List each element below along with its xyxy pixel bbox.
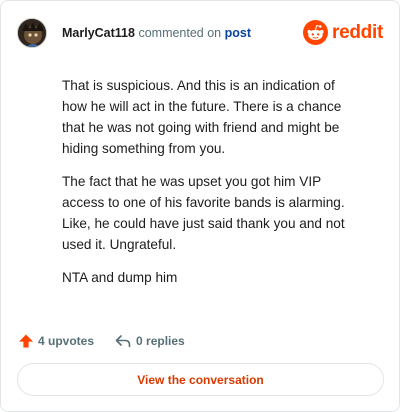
comment-paragraph: NTA and dump him [62,270,178,285]
reply-arrow-icon [115,335,131,348]
replies-count: 0 replies [136,334,185,348]
upvote-arrow-icon [19,334,33,348]
comment-card: MarlyCat118 commented on post reddit Tha… [0,0,400,412]
upvote-button[interactable]: 4 upvotes [18,333,94,349]
comment-body: That is suspicious. And this is an indic… [62,75,362,300]
upvotes-count: 4 upvotes [38,334,95,348]
comment-meta: MarlyCat118 commented on post [62,26,251,40]
post-link[interactable]: post [225,26,251,40]
comment-paragraph: That is suspicious. And this is an indic… [62,78,342,156]
reddit-wordmark: reddit [332,21,383,43]
username-link[interactable]: MarlyCat118 [62,26,135,40]
reply-button[interactable]: 0 replies [114,333,185,349]
comment-paragraph: The fact that he was upset you got him V… [62,174,345,252]
view-conversation-button[interactable]: View the conversation [17,363,384,396]
reddit-brand[interactable]: reddit [303,20,383,45]
reddit-snoo-icon [303,20,329,45]
action-text: commented on [138,26,222,40]
comment-actions: 4 upvotes 0 replies [18,331,185,351]
comment-header: MarlyCat118 commented on post reddit [17,16,383,50]
avatar[interactable] [17,18,47,48]
avatar-image [18,19,46,47]
